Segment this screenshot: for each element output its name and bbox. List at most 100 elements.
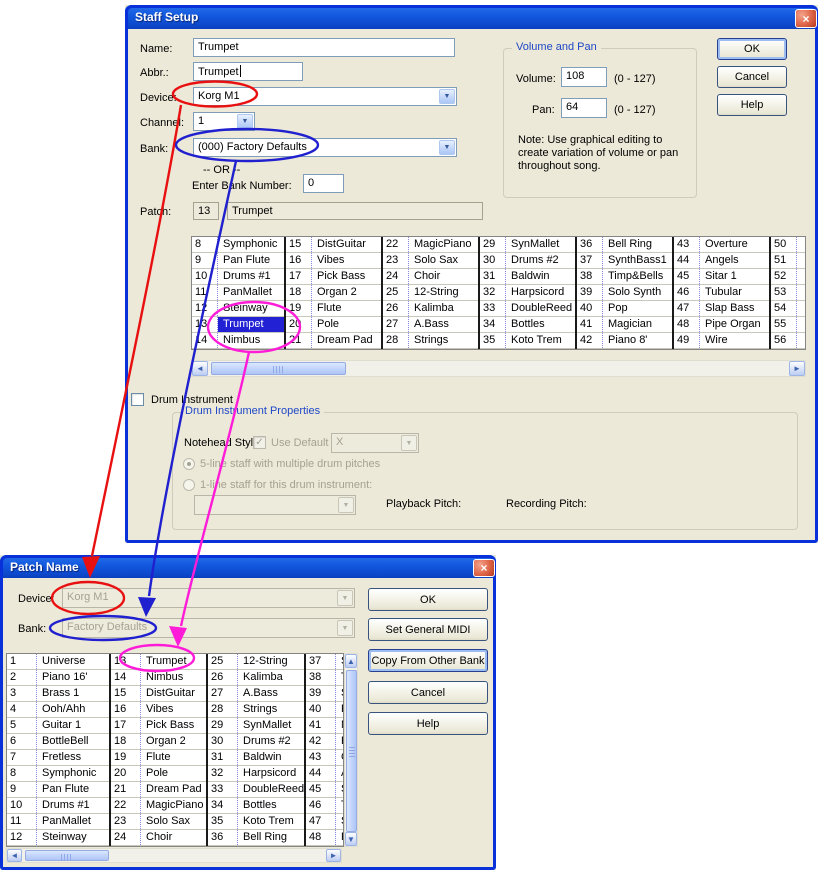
patch-cell[interactable]: 17Pick Bass [286,269,381,285]
patch-cell[interactable]: 27A.Bass [208,686,304,702]
patch-cell[interactable]: 4Ooh/Ahh [7,702,109,718]
patch-cell[interactable]: 15DistGuitar [111,686,206,702]
patch-table-hscrollbar[interactable]: ◄ ► [191,360,806,377]
patch-cell[interactable]: 23Solo Sax [383,253,478,269]
patch-cell[interactable]: 47Slap Bass [674,301,769,317]
patch-cell[interactable]: 31Baldwin [480,269,575,285]
patch-cell[interactable]: 12Steinway [192,301,284,317]
patch-cell[interactable]: 40P [306,702,344,718]
cancel-button[interactable]: Cancel [717,66,787,88]
patch-cell[interactable]: 40Pop [577,301,672,317]
patch-cell[interactable]: 38Timp&Bells [577,269,672,285]
patch-cell[interactable]: 16Vibes [111,702,206,718]
patch-cell[interactable]: 49Wire [674,333,769,349]
patch-cell[interactable]: 10Drums #1 [7,798,109,814]
patch-cell[interactable]: 37S [306,654,344,670]
use-default-checkbox[interactable]: ✓ [253,436,266,449]
pan-input[interactable]: 64 [561,98,607,118]
five-line-staff-radio[interactable] [183,458,195,470]
channel-combobox[interactable]: 1 ▼ [193,112,255,131]
patch-cell[interactable]: 21Dream Pad [111,782,206,798]
set-general-midi-button[interactable]: Set General MIDI [368,618,488,641]
patch-cell[interactable]: 12Steinway [7,830,109,846]
scroll-right-icon[interactable]: ► [789,361,805,376]
patch-cell[interactable]: 6BottleBell [7,734,109,750]
patch-cell[interactable]: 42Piano 8' [577,333,672,349]
patch-cell[interactable]: 32Harpsicord [480,285,575,301]
scrollbar-thumb[interactable] [346,670,357,832]
patch-cell[interactable]: 55 [771,317,806,333]
patch-cell[interactable]: 31Baldwin [208,750,304,766]
patch-cell[interactable]: 20Pole [286,317,381,333]
scroll-down-icon[interactable]: ▼ [345,832,357,846]
bank-combobox[interactable]: (000) Factory Defaults ▼ [193,138,457,157]
cancel-button[interactable]: Cancel [368,681,488,704]
scroll-left-icon[interactable]: ◄ [192,361,208,376]
close-button[interactable]: × [795,9,817,28]
patch-cell[interactable]: 13Trumpet [192,317,284,333]
help-button[interactable]: Help [368,712,488,735]
patch-cell[interactable]: 38Ti [306,670,344,686]
scroll-up-icon[interactable]: ▲ [345,654,357,668]
copy-from-other-bank-button[interactable]: Copy From Other Bank [368,649,488,672]
patch-cell[interactable]: 53 [771,285,806,301]
patch-cell[interactable]: 33DoubleReed [480,301,575,317]
patch-cell[interactable]: 29SynMallet [208,718,304,734]
ok-button[interactable]: OK [368,588,488,611]
patch-cell[interactable]: 7Fretless [7,750,109,766]
patch-cell[interactable]: 9Pan Flute [7,782,109,798]
patch-cell[interactable]: 15DistGuitar [286,237,381,253]
patch-cell[interactable]: 1Universe [7,654,109,670]
patch-name-hscrollbar[interactable]: ◄ ► [6,848,342,863]
patch-cell[interactable]: 54 [771,301,806,317]
patch-cell[interactable]: 2512-String [383,285,478,301]
patch-cell[interactable]: 35Koto Trem [208,814,304,830]
scroll-right-icon[interactable]: ► [326,849,341,862]
patch-cell[interactable]: 22MagicPiano [383,237,478,253]
patch-cell[interactable]: 2Piano 16' [7,670,109,686]
help-button[interactable]: Help [717,94,787,116]
patch-cell[interactable]: 22MagicPiano [111,798,206,814]
patch-cell[interactable]: 37SynthBass1 [577,253,672,269]
chevron-down-icon[interactable]: ▼ [439,140,455,155]
patch-cell[interactable]: 28Strings [208,702,304,718]
patch-cell[interactable]: 33DoubleReed [208,782,304,798]
patch-cell[interactable]: 44Angels [674,253,769,269]
patch-cell[interactable]: 19Flute [111,750,206,766]
bank-number-input[interactable]: 0 [303,174,344,193]
patch-cell[interactable]: 30Drums #2 [208,734,304,750]
patch-cell[interactable]: 29SynMallet [480,237,575,253]
patch-cell[interactable]: 17Pick Bass [111,718,206,734]
patch-cell[interactable]: 2512-String [208,654,304,670]
patch-cell[interactable]: 26Kalimba [383,301,478,317]
patch-cell[interactable]: 46Tubular [674,285,769,301]
volume-input[interactable]: 108 [561,67,607,87]
chevron-down-icon[interactable]: ▼ [237,114,253,129]
patch-cell[interactable]: 44A [306,766,344,782]
name-input[interactable]: Trumpet [193,38,455,57]
patch-cell[interactable]: 24Choir [111,830,206,846]
patch-cell[interactable]: 18Organ 2 [286,285,381,301]
one-line-staff-radio[interactable] [183,479,195,491]
patch-cell[interactable]: 20Pole [111,766,206,782]
patch-cell[interactable]: 45Sitar 1 [674,269,769,285]
patch-cell[interactable]: 42Pi [306,734,344,750]
patch-cell[interactable]: 21Dream Pad [286,333,381,349]
patch-cell[interactable]: 28Strings [383,333,478,349]
patch-cell[interactable]: 52 [771,269,806,285]
patch-cell[interactable]: 14Nimbus [111,670,206,686]
patch-cell[interactable]: 48Pi [306,830,344,846]
patch-cell[interactable]: 23Solo Sax [111,814,206,830]
patch-cell[interactable]: 27A.Bass [383,317,478,333]
patch-cell[interactable]: 3Brass 1 [7,686,109,702]
patch-cell[interactable]: 48Pipe Organ [674,317,769,333]
patch-cell[interactable]: 43Overture [674,237,769,253]
patch-cell[interactable]: 41M [306,718,344,734]
chevron-down-icon[interactable]: ▼ [439,89,455,104]
patch-cell[interactable]: 45S [306,782,344,798]
scrollbar-thumb[interactable] [211,362,346,375]
patch-cell[interactable]: 35Koto Trem [480,333,575,349]
patch-cell[interactable]: 11PanMallet [7,814,109,830]
patch-cell[interactable]: 13Trumpet [111,654,206,670]
patch-cell[interactable]: 46T [306,798,344,814]
